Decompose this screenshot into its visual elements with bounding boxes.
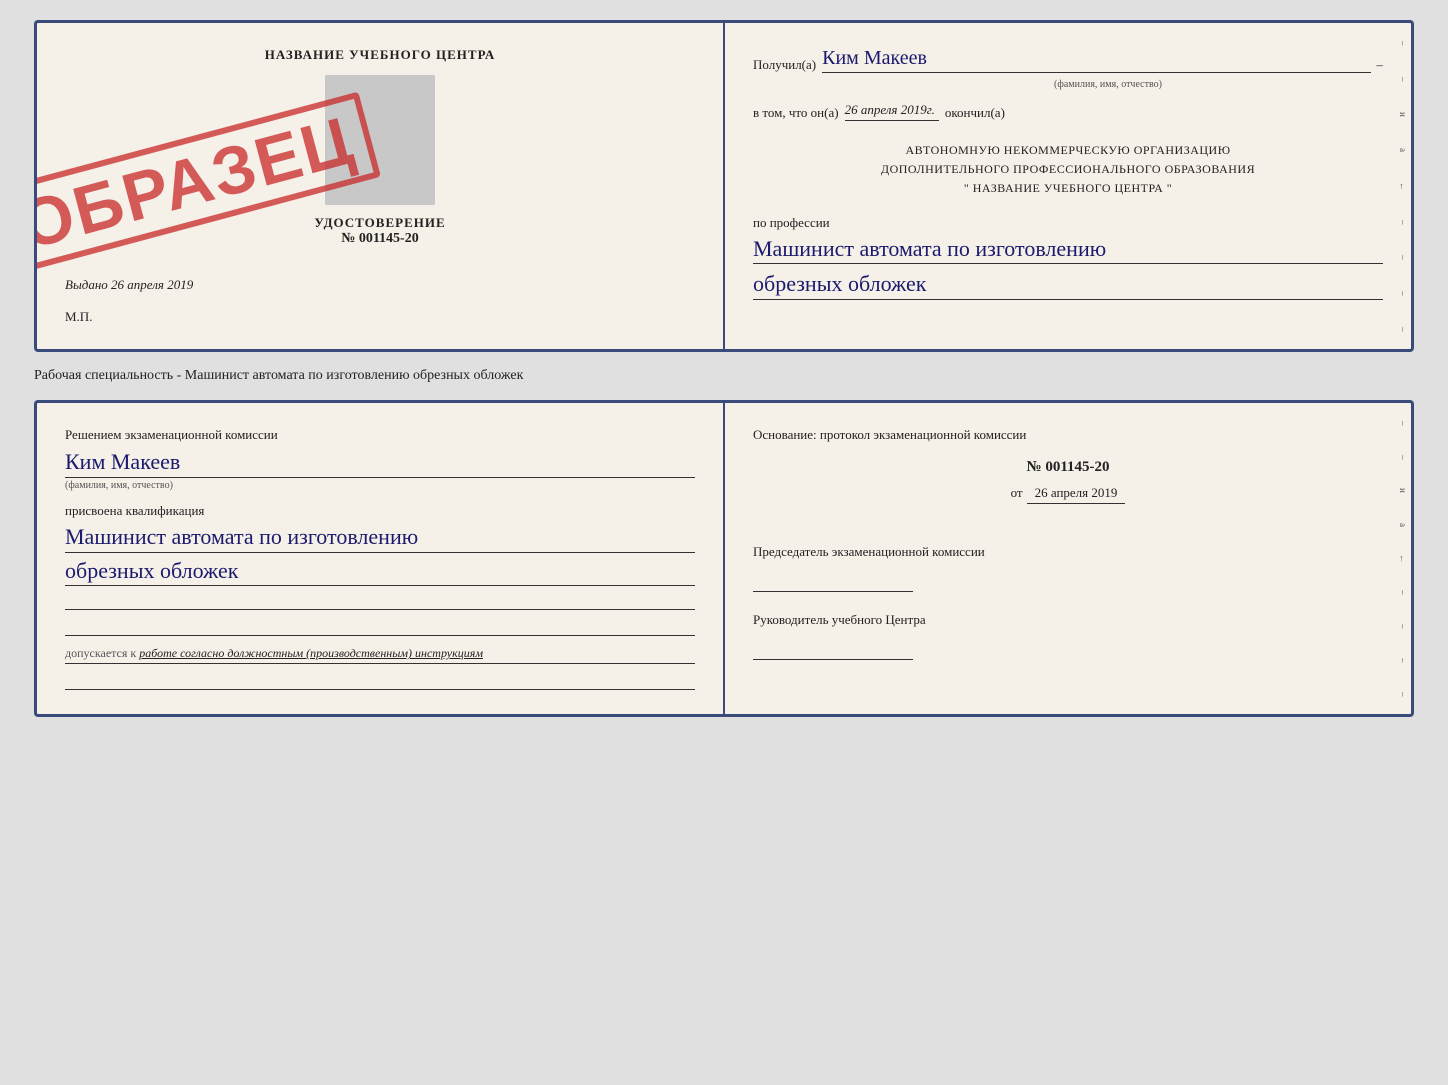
dec-mark-7: – xyxy=(1393,248,1407,268)
dash-after-name: – xyxy=(1377,57,1384,73)
bdec-mark-5: ← xyxy=(1393,549,1407,569)
vydano-date: 26 апреля 2019 xyxy=(111,277,193,292)
predsedatel-block: Председатель экзаменационной комиссии xyxy=(753,544,1383,592)
dec-mark-1: – xyxy=(1393,33,1407,53)
top-left-panel: НАЗВАНИЕ УЧЕБНОГО ЦЕНТРА УДОСТОВЕРЕНИЕ №… xyxy=(37,23,725,349)
top-document-card: НАЗВАНИЕ УЧЕБНОГО ЦЕНТРА УДОСТОВЕРЕНИЕ №… xyxy=(34,20,1414,352)
bottom-left-panel: Решением экзаменационной комиссии Ким Ма… xyxy=(37,403,725,714)
bottom-name-handwritten: Ким Макеев xyxy=(65,449,695,475)
bdec-mark-6: – xyxy=(1393,582,1407,602)
dec-mark-2: – xyxy=(1393,69,1407,89)
org-line3: " НАЗВАНИЕ УЧЕБНОГО ЦЕНТРА " xyxy=(753,179,1383,198)
vydano-prefix: Выдано xyxy=(65,277,108,292)
vydano-line: Выдано 26 апреля 2019 xyxy=(65,277,695,293)
specialty-label: Рабочая специальность - Машинист автомат… xyxy=(34,368,1414,384)
ot-date: 26 апреля 2019 xyxy=(1027,485,1126,504)
right-edge-decorations: – – и а ← – – – – xyxy=(1393,33,1407,339)
obrazec-stamp: ОБРАЗЕЦ xyxy=(45,55,329,310)
predsedatel-signature-line xyxy=(753,568,913,592)
po-professii-label: по профессии xyxy=(753,215,1383,231)
rukovoditel-signature-line xyxy=(753,636,913,660)
blank-line-1 xyxy=(65,590,695,610)
ot-prefix: от xyxy=(1011,485,1023,500)
dec-mark-6: – xyxy=(1393,212,1407,232)
prisvoena-label: присвоена квалификация xyxy=(65,503,695,519)
dopuskaetsya-prefix: допускается к xyxy=(65,646,136,660)
udostoverenie-block: УДОСТОВЕРЕНИЕ № 001145-20 xyxy=(65,215,695,247)
top-right-panel: Получил(а) Ким Макеев – (фамилия, имя, о… xyxy=(725,23,1411,349)
dopuskaetsya-text: работе согласно должностным (производств… xyxy=(139,646,483,660)
bdec-mark-3: и xyxy=(1393,481,1407,501)
bdec-mark-4: а xyxy=(1393,515,1407,535)
top-left-title: НАЗВАНИЕ УЧЕБНОГО ЦЕНТРА xyxy=(65,47,695,63)
profession-line2: обрезных обложек xyxy=(753,270,1383,300)
profession-line1: Машинист автомата по изготовлению xyxy=(753,235,1383,265)
rukovoditel-block: Руководитель учебного Центра xyxy=(753,612,1383,660)
bottom-right-edge-decorations: – – и а ← – – – – xyxy=(1393,413,1407,704)
recipient-name: Ким Макеев xyxy=(822,47,1370,73)
bottom-document-card: Решением экзаменационной комиссии Ким Ма… xyxy=(34,400,1414,717)
dec-mark-5: ← xyxy=(1393,176,1407,196)
vtom-label: в том, что он(а) xyxy=(753,105,839,121)
rukovoditel-label: Руководитель учебного Центра xyxy=(753,612,1383,628)
blank-line-2 xyxy=(65,616,695,636)
ot-date-wrapper: от 26 апреля 2019 xyxy=(753,484,1383,524)
bottom-fio-sub: (фамилия, имя, отчество) xyxy=(65,477,695,491)
mp-line: М.П. xyxy=(65,309,695,325)
fio-subtitle: (фамилия, имя, отчество) xyxy=(833,79,1383,90)
protocol-number: № 001145-20 xyxy=(753,459,1383,476)
dopuskaetsya-line: допускается к работе согласно должностны… xyxy=(65,646,695,664)
bottom-underline-blank xyxy=(65,670,695,690)
okonchil-label: окончил(а) xyxy=(945,105,1005,121)
bdec-mark-8: – xyxy=(1393,650,1407,670)
dec-mark-9: – xyxy=(1393,319,1407,339)
predsedatel-label: Председатель экзаменационной комиссии xyxy=(753,544,1383,560)
org-line1: АВТОНОМНУЮ НЕКОММЕРЧЕСКУЮ ОРГАНИЗАЦИЮ xyxy=(753,141,1383,160)
dec-mark-4: а xyxy=(1393,140,1407,160)
bottom-right-panel: Основание: протокол экзаменационной коми… xyxy=(725,403,1411,714)
resheniem-label: Решением экзаменационной комиссии xyxy=(65,427,695,443)
org-line2: ДОПОЛНИТЕЛЬНОГО ПРОФЕССИОНАЛЬНОГО ОБРАЗО… xyxy=(753,160,1383,179)
photo-placeholder xyxy=(325,75,435,205)
qualification-line2: обрезных обложек xyxy=(65,557,695,587)
bdec-mark-1: – xyxy=(1393,413,1407,433)
vtom-date: 26 апреля 2019г. xyxy=(845,102,939,121)
poluchil-row: Получил(а) Ким Макеев – xyxy=(753,47,1383,73)
org-block: АВТОНОМНУЮ НЕКОММЕРЧЕСКУЮ ОРГАНИЗАЦИЮ ДО… xyxy=(753,141,1383,199)
udostoverenie-label: УДОСТОВЕРЕНИЕ xyxy=(65,215,695,231)
poluchil-label: Получил(а) xyxy=(753,57,816,73)
bdec-mark-7: – xyxy=(1393,616,1407,636)
qualification-line1: Машинист автомата по изготовлению xyxy=(65,523,695,553)
dec-mark-3: и xyxy=(1393,105,1407,125)
udostoverenie-number: № 001145-20 xyxy=(65,231,695,247)
osnovanie-label: Основание: протокол экзаменационной коми… xyxy=(753,427,1383,443)
bdec-mark-2: – xyxy=(1393,447,1407,467)
dec-mark-8: – xyxy=(1393,283,1407,303)
bdec-mark-9: – xyxy=(1393,684,1407,704)
vtom-row: в том, что он(а) 26 апреля 2019г. окончи… xyxy=(753,102,1383,121)
